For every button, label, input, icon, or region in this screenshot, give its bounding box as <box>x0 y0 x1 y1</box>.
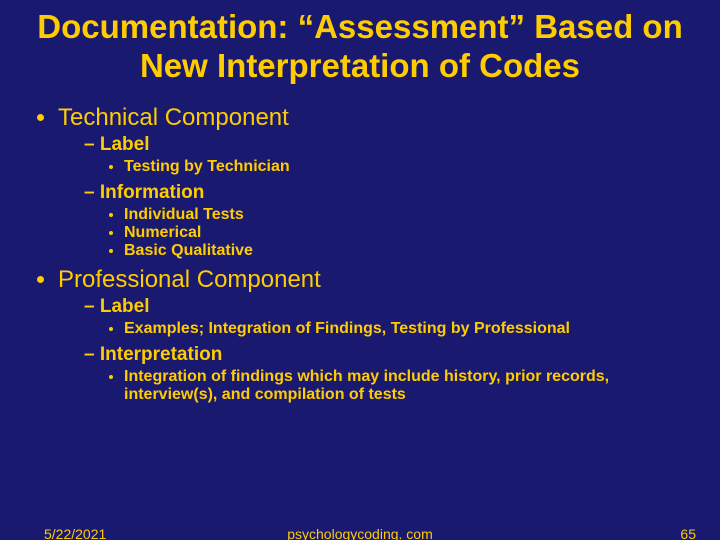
bullet-professional-component: Professional Component Label Examples; I… <box>58 266 692 404</box>
sub-list: Label Testing by Technician Information … <box>58 134 692 260</box>
footer-source: psychologycoding. com <box>0 526 720 540</box>
sub-bullet-interpretation: Interpretation Integration of findings w… <box>84 344 692 404</box>
slide: Documentation: “Assessment” Based on New… <box>0 0 720 540</box>
subsub-bullet: Numerical <box>124 224 692 242</box>
subsub-list: Individual Tests Numerical Basic Qualita… <box>84 206 692 260</box>
sub-bullet-text: Label <box>100 134 150 155</box>
sub-list: Label Examples; Integration of Findings,… <box>58 296 692 404</box>
slide-title: Documentation: “Assessment” Based on New… <box>28 8 692 86</box>
footer-page-number: 65 <box>680 526 696 540</box>
sub-bullet-information: Information Individual Tests Numerical B… <box>84 182 692 260</box>
subsub-bullet: Integration of findings which may includ… <box>124 368 692 404</box>
subsub-bullet: Examples; Integration of Findings, Testi… <box>124 320 692 338</box>
sub-bullet-label: Label Testing by Technician <box>84 134 692 176</box>
sub-bullet-text: Information <box>100 182 205 203</box>
subsub-list: Examples; Integration of Findings, Testi… <box>84 320 692 338</box>
sub-bullet-label: Label Examples; Integration of Findings,… <box>84 296 692 338</box>
subsub-bullet: Testing by Technician <box>124 158 692 176</box>
sub-bullet-text: Interpretation <box>100 344 222 365</box>
subsub-list: Integration of findings which may includ… <box>84 368 692 404</box>
bullet-text: Technical Component <box>58 104 289 131</box>
subsub-bullet: Basic Qualitative <box>124 242 692 260</box>
bullet-list: Technical Component Label Testing by Tec… <box>28 104 692 404</box>
subsub-list: Testing by Technician <box>84 158 692 176</box>
subsub-bullet: Individual Tests <box>124 206 692 224</box>
bullet-text: Professional Component <box>58 266 321 293</box>
bullet-technical-component: Technical Component Label Testing by Tec… <box>58 104 692 260</box>
sub-bullet-text: Label <box>100 296 150 317</box>
